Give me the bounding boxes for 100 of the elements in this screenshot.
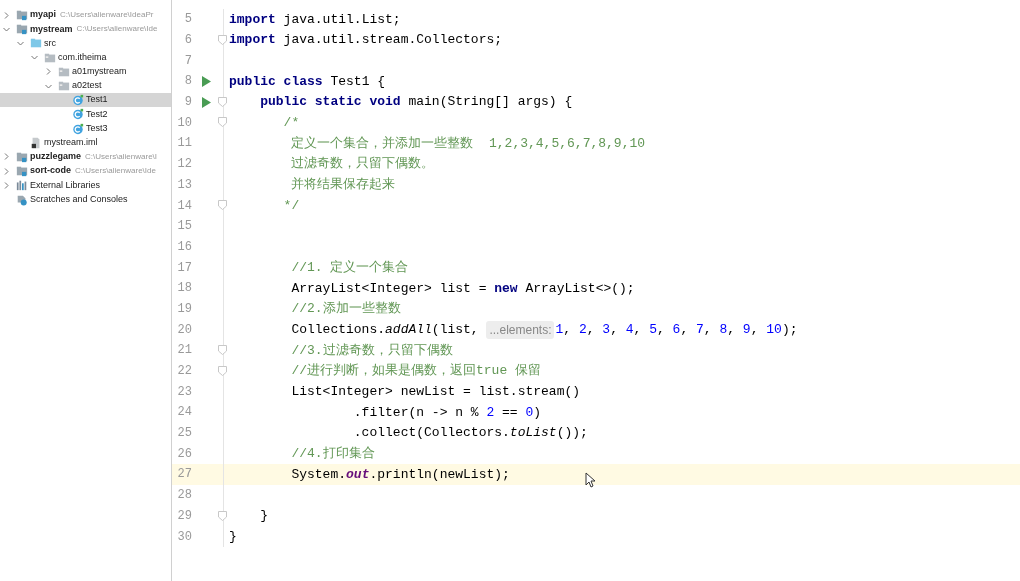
tree-item[interactable]: sort-code C:\Users\alienware\Ide bbox=[0, 164, 171, 179]
collapsed-chevron-icon[interactable] bbox=[45, 68, 52, 76]
line-number: 21 bbox=[176, 342, 192, 360]
code-token: } bbox=[259, 507, 268, 526]
line-number: 10 bbox=[176, 114, 192, 132]
tree-item-label: Scratches and Consoles bbox=[30, 192, 128, 206]
code-token: , bbox=[680, 320, 690, 339]
fold-marker-icon[interactable] bbox=[218, 365, 227, 376]
code-token: new bbox=[494, 279, 518, 298]
code-token: ) bbox=[533, 403, 542, 422]
fold-marker-icon[interactable] bbox=[218, 96, 227, 107]
code-token: 7 bbox=[696, 320, 704, 339]
line-number: 18 bbox=[176, 280, 192, 298]
tree-item-label: puzzlegame bbox=[30, 150, 81, 164]
line-number: 14 bbox=[176, 197, 192, 215]
code-token: toList bbox=[509, 424, 557, 443]
line-number: 15 bbox=[176, 218, 192, 236]
expanded-chevron-icon[interactable] bbox=[3, 25, 10, 33]
line-number: 24 bbox=[176, 404, 192, 422]
code-token: 9 bbox=[742, 320, 751, 339]
code-token: , bbox=[610, 320, 619, 339]
fold-marker-icon[interactable] bbox=[218, 117, 227, 128]
line-number: 7 bbox=[183, 52, 192, 70]
tree-item[interactable]: mystream C:\Users\alienware\Ide bbox=[0, 22, 171, 37]
code-token: , bbox=[633, 320, 643, 339]
collapsed-chevron-icon[interactable] bbox=[3, 167, 10, 175]
code-token: , bbox=[657, 320, 666, 339]
code-token: ); bbox=[781, 320, 798, 339]
code-token: public static void bbox=[259, 93, 401, 112]
scratches-icon bbox=[16, 193, 28, 206]
tree-item-label: mystream.iml bbox=[44, 136, 98, 150]
tree-item[interactable]: a01mystream bbox=[0, 64, 171, 79]
code-token: out bbox=[346, 465, 370, 484]
code-token: 2 bbox=[578, 320, 587, 339]
tree-item[interactable]: com.itheima bbox=[0, 50, 171, 65]
class-icon bbox=[72, 108, 84, 121]
code-comment: //1. 定义一个集合 bbox=[290, 258, 409, 277]
source-folder-icon bbox=[30, 37, 42, 50]
code-token: , bbox=[703, 320, 713, 339]
code-token: .collect(Collectors. bbox=[352, 424, 510, 443]
tree-item[interactable]: External Libraries bbox=[0, 178, 171, 193]
tree-item-label: myapi bbox=[30, 8, 56, 22]
fold-marker-icon[interactable] bbox=[218, 510, 227, 521]
code-token: public class bbox=[229, 72, 323, 91]
fold-marker-icon[interactable] bbox=[218, 200, 227, 211]
module-folder-icon bbox=[16, 165, 28, 178]
tree-item[interactable]: Test2 bbox=[0, 107, 171, 122]
code-token: 10 bbox=[766, 320, 782, 339]
fold-marker-icon[interactable] bbox=[218, 345, 227, 355]
tree-item-label: sort-code bbox=[30, 164, 71, 178]
package-folder-icon bbox=[58, 65, 70, 78]
line-number: 9 bbox=[183, 94, 192, 112]
code-comment: 过滤奇数，只留下偶数。 bbox=[290, 155, 435, 174]
module-file-icon bbox=[30, 136, 42, 149]
code-token: ArrayList<Integer> list = bbox=[290, 279, 488, 298]
module-folder-icon bbox=[16, 9, 28, 22]
tree-item[interactable]: mystream.iml bbox=[0, 135, 171, 150]
line-number: 12 bbox=[176, 156, 192, 174]
mouse-pointer-icon bbox=[585, 472, 596, 488]
collapsed-chevron-icon[interactable] bbox=[3, 181, 10, 189]
collapsed-chevron-icon[interactable] bbox=[3, 11, 10, 19]
tree-item[interactable]: puzzlegame C:\Users\alienware\I bbox=[0, 149, 171, 165]
line-number: 25 bbox=[176, 425, 192, 443]
expanded-chevron-icon[interactable] bbox=[17, 39, 24, 47]
code-comment: //2.添加一些整数 bbox=[290, 300, 401, 319]
code-token: java.util.List; bbox=[282, 10, 401, 29]
code-token: 0 bbox=[525, 403, 534, 422]
tree-item[interactable]: Test1 bbox=[0, 93, 171, 108]
code-comment: //4.打印集合 bbox=[290, 445, 375, 464]
tree-item[interactable]: Test3 bbox=[0, 121, 171, 136]
run-icon[interactable] bbox=[202, 96, 211, 108]
code-token: , bbox=[727, 320, 737, 339]
tree-item[interactable]: src bbox=[0, 36, 171, 51]
code-token: .println(newList); bbox=[369, 465, 510, 484]
module-path: C:\Users\alienware\IdeaPr bbox=[60, 9, 154, 22]
code-token: ArrayList<>(); bbox=[524, 279, 635, 298]
tree-item[interactable]: Scratches and Consoles bbox=[0, 192, 171, 207]
tree-item[interactable]: a02test bbox=[0, 78, 171, 94]
code-token: import bbox=[229, 10, 276, 29]
line-number: 5 bbox=[183, 11, 192, 29]
code-token: Test1 { bbox=[329, 72, 386, 91]
line-number: 30 bbox=[176, 528, 192, 546]
line-number: 26 bbox=[176, 445, 192, 463]
collapsed-chevron-icon[interactable] bbox=[3, 153, 10, 161]
run-icon[interactable] bbox=[202, 75, 211, 87]
class-icon bbox=[72, 122, 84, 135]
code-comment: 定义一个集合，并添加一些整数 1,2,3,4,5,6,7,8,9,10 bbox=[290, 134, 646, 153]
expanded-chevron-icon[interactable] bbox=[31, 54, 38, 62]
line-number: 16 bbox=[176, 238, 192, 256]
tree-item-label: src bbox=[44, 36, 56, 50]
code-token: } bbox=[229, 527, 237, 546]
code-token: java.util.stream.Collectors; bbox=[282, 31, 503, 50]
tree-item-label: External Libraries bbox=[30, 178, 101, 192]
line-number: 8 bbox=[183, 73, 192, 91]
fold-marker-icon[interactable] bbox=[218, 34, 227, 45]
line-number: 27 bbox=[176, 466, 192, 484]
code-token: 8 bbox=[719, 320, 728, 339]
expanded-chevron-icon[interactable] bbox=[45, 82, 52, 90]
code-token: 1 bbox=[555, 320, 564, 339]
tree-item[interactable]: myapi C:\Users\alienware\IdeaPr bbox=[0, 8, 171, 23]
